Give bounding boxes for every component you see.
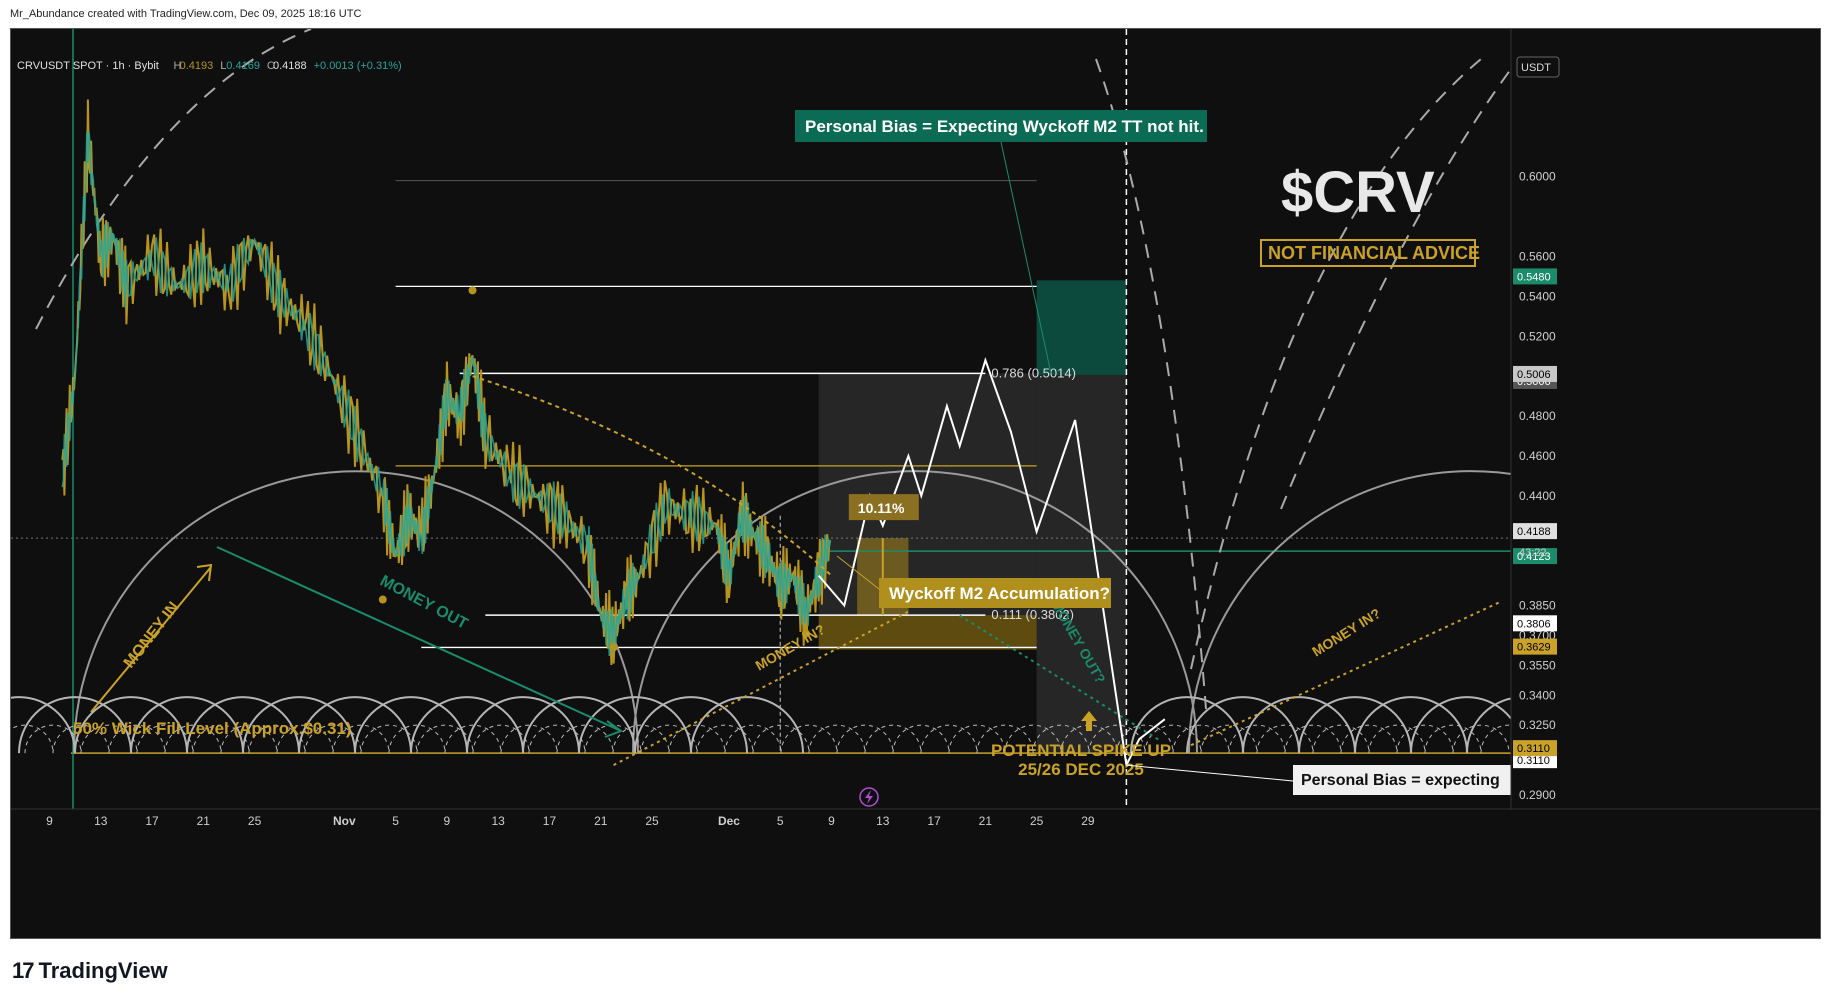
tradingview-logo[interactable]: 17 TradingView [12,958,168,984]
x-tick-label: 17 [927,814,941,828]
x-tick-label: 13 [876,814,890,828]
legend-change: +0.0013 (+0.31%) [314,60,402,72]
y-tick-label: 0.3250 [1519,718,1556,732]
spike-label-line2: 25/26 DEC 2025 [1018,760,1144,779]
x-tick-label: Dec [718,814,740,828]
price-tag-label: 0.5480 [1517,271,1551,283]
y-tick-label: 0.3400 [1519,688,1556,702]
price-tag-label: 0.3110 [1517,743,1550,755]
y-tick-label: 0.5400 [1519,289,1556,303]
y-tick-label: 0.2900 [1519,788,1556,802]
percent-label: 10.11% [858,500,905,516]
y-tick-label: 0.4600 [1519,449,1556,463]
legend-l-value: 0.4169 [226,60,260,72]
x-tick-label: 13 [491,814,505,828]
y-tick-label: 0.5200 [1519,329,1556,343]
x-tick-label: 25 [248,814,262,828]
pivot-dot-0 [378,595,387,604]
x-tick-label: 5 [777,814,784,828]
x-tick-label: 17 [543,814,557,828]
target-zone-box [1036,280,1127,375]
x-tick-label: 21 [197,814,211,828]
bar-countdown: 43:22 [1519,547,1547,559]
bias-top-label: Personal Bias = Expecting Wyckoff M2 TT … [805,117,1204,136]
crv-title: $CRV [1281,160,1435,225]
legend-h-value: 0.4193 [180,60,214,72]
chart-frame[interactable]: 0.786 (0.5014) 0.111 (0.3802) 10.11% MONEY … [10,28,1821,939]
ohlc-legend: CRVUSDT SPOT · 1h · Bybit H0.4193 L 0.4169 C… [17,60,402,72]
price-chart[interactable]: 0.786 (0.5014)0.111 (0.3802)10.11%MONEY … [11,29,1821,939]
y-tick-label: 0.3550 [1519,658,1556,672]
bias-bottom-label: Personal Bias = expecting [1301,772,1500,789]
legend-c-value: 0.4188 [273,60,307,72]
price-tag-label: 0.3806 [1517,618,1551,630]
x-tick-label: 9 [444,814,451,828]
price-tag-label: 0.4188 [1517,526,1551,538]
x-tick-label: 9 [828,814,835,828]
y-tick-label: 0.4400 [1519,489,1556,503]
pivot-dot-1 [468,286,477,295]
x-tick-label: 9 [46,814,53,828]
x-tick-label: 17 [145,814,159,828]
legend-symbol: CRVUSDT SPOT · 1h · Bybit [17,60,159,72]
fib-label-0.786: 0.786 (0.5014) [991,365,1076,380]
y-tick-label: 0.6000 [1519,170,1556,184]
price-tag-label: 0.5006 [1517,369,1551,381]
price-axis-background [1511,29,1820,938]
tradingview-mark-icon: 17 [12,958,35,983]
y-tick-label: 0.5600 [1519,249,1556,263]
pivot-dot-2 [609,643,618,652]
x-tick-label: 13 [94,814,108,828]
x-tick-label: 25 [645,814,659,828]
wick-fill-label: 50% Wick Fill Level (Approx.$0.31) [73,719,352,738]
wyckoff-label: Wyckoff M2 Accumulation? [889,584,1110,603]
projection-drop-box [1036,374,1127,754]
spike-label-line1: POTENTIAL SPIKE UP [991,741,1171,760]
price-tag-label: 0.3629 [1517,642,1551,654]
chart-attribution: Mr_Abundance created with TradingView.co… [10,8,362,20]
price-tag-label: 0.3110 [1517,755,1550,767]
currency-label: USDT [1521,62,1551,74]
x-tick-label: 21 [979,814,993,828]
x-tick-label: 29 [1081,814,1095,828]
x-tick-label: 25 [1030,814,1044,828]
y-tick-label: 0.4800 [1519,409,1556,423]
x-tick-label: Nov [333,814,356,828]
x-tick-label: 21 [594,814,608,828]
disclaimer-label: NOT FINANCIAL ADVICE [1268,243,1480,263]
x-tick-label: 5 [392,814,399,828]
tradingview-brand-text: TradingView [38,958,168,983]
y-tick-label: 0.3850 [1519,599,1556,613]
